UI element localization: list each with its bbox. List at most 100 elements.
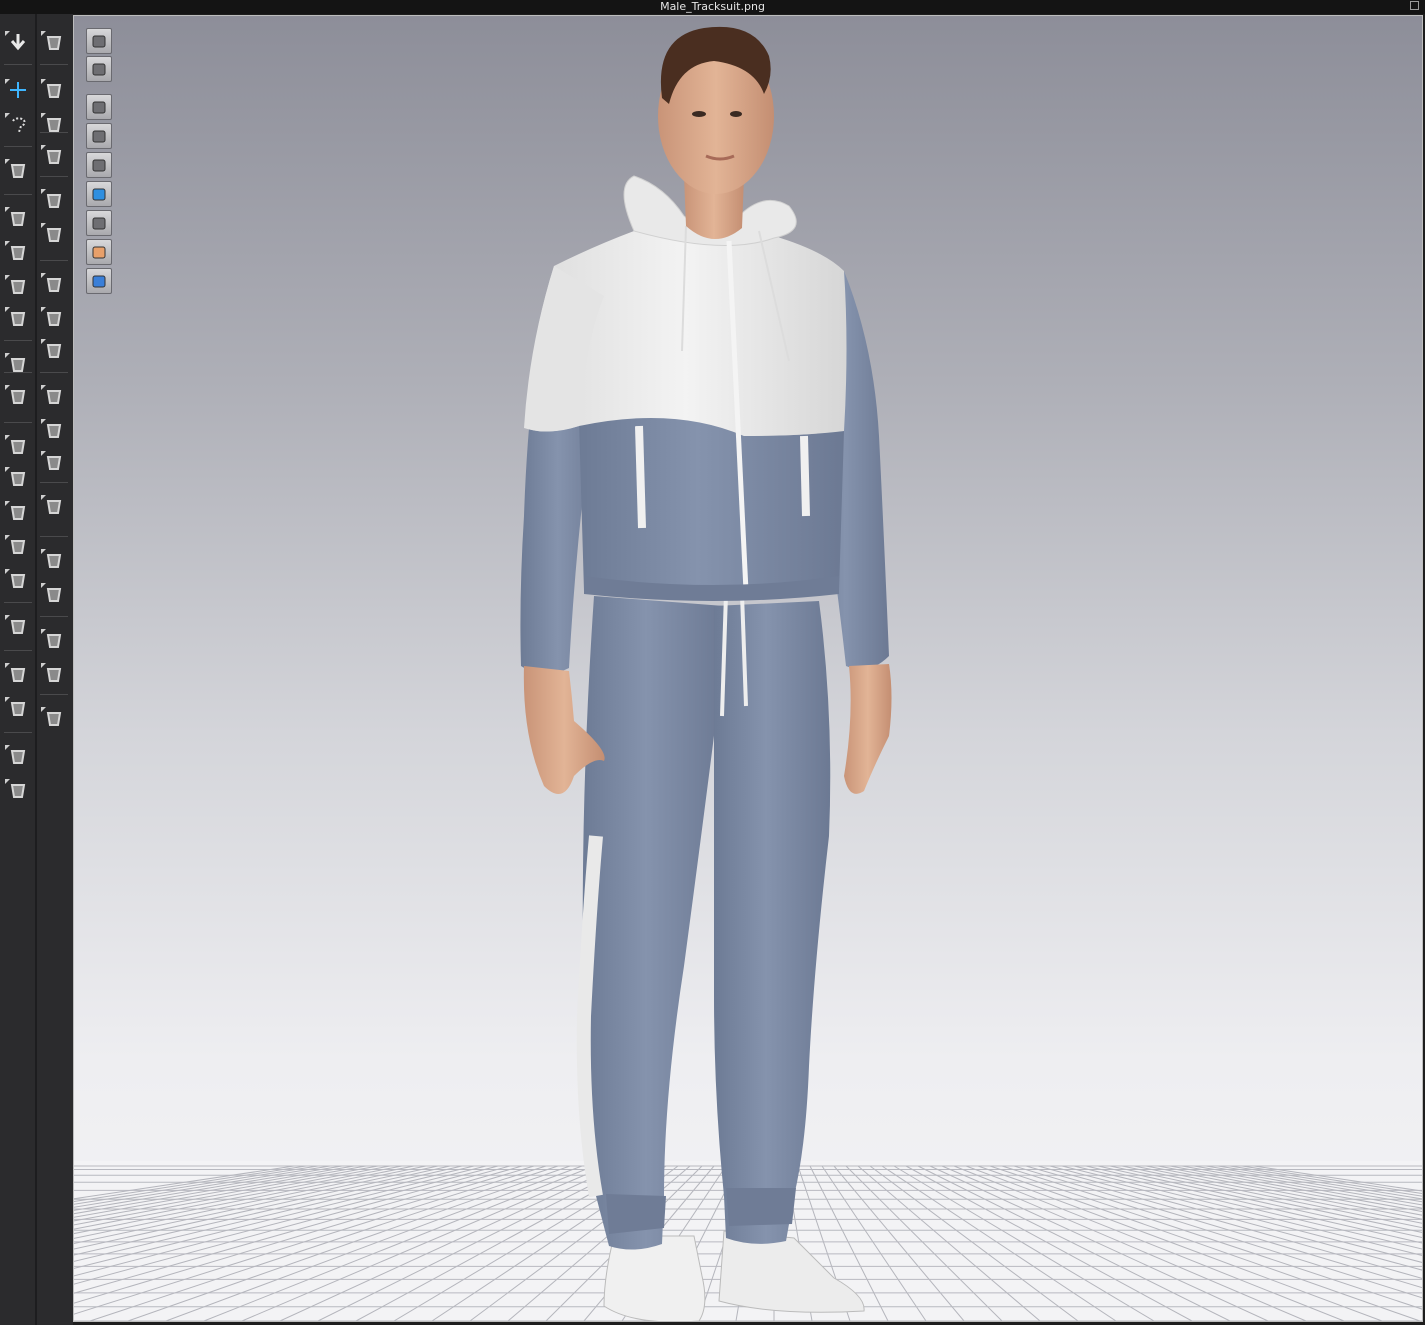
submenu-indicator-icon [41,79,46,84]
lock-button-tool-button[interactable] [39,448,69,476]
show-skin-toggle-button[interactable] [86,239,112,265]
gradient-rect-tool-button[interactable] [39,626,69,654]
tack-tool-button[interactable] [39,186,69,214]
brush-tool-button[interactable] [3,382,33,410]
button-tool-button[interactable] [39,382,69,410]
show-blue-panel-toggle-button[interactable] [86,181,112,207]
lasso-select-tool-button[interactable] [3,110,33,138]
toolbar-separator [4,602,32,603]
3d-viewport[interactable] [73,15,1423,1322]
show-blue-panel-icon [92,188,106,201]
simulation-arrow-tool-button[interactable] [3,28,33,56]
shirt-left-tool-button[interactable] [3,742,33,770]
edit-pin-icon [46,150,62,164]
tape-tool-button[interactable] [3,304,33,332]
submenu-indicator-icon [41,307,46,312]
button-icon [46,390,62,404]
show-avatar-icon [92,159,106,172]
walk-pose-tool-button[interactable] [39,28,69,56]
cylinder-tool-button[interactable] [39,580,69,608]
left-shoe [603,1235,706,1321]
submenu-indicator-icon [5,113,10,118]
edit-points-icon [10,246,26,260]
shirt-right-tool-button[interactable] [3,776,33,804]
rotate-pattern-tool-button[interactable] [3,204,33,232]
zipper-tool-button[interactable] [39,492,69,520]
rectangle-fill-icon [46,554,62,568]
submenu-indicator-icon [41,663,46,668]
toolbar-separator [4,650,32,651]
cylinder-icon [46,588,62,602]
rectangle-fill-tool-button[interactable] [39,546,69,574]
show-skin-icon [92,246,106,259]
simulation-arrow-icon [10,34,26,51]
toolbar-separator [40,616,68,617]
submenu-indicator-icon [5,745,10,750]
edit-points-tool-button[interactable] [3,238,33,266]
pin-tool-tool-button[interactable] [39,76,69,104]
fold-tool-button[interactable] [3,272,33,300]
show-brush-toggle-button[interactable] [86,123,112,149]
brush-icon [10,390,26,404]
avatar-measure-icon [10,574,26,588]
fold-icon [10,280,26,294]
avatar-measure-tool-button[interactable] [3,566,33,594]
button-hole-tool-button[interactable] [39,416,69,444]
measure-garment-tool-button[interactable] [39,270,69,298]
graphic-tool-tool-button[interactable] [3,612,33,640]
shirt-fit-tool-button[interactable] [39,304,69,332]
square-fill-tool-button[interactable] [39,660,69,688]
needle-pin-tool-button[interactable] [3,350,33,378]
gradient-rect-icon [46,634,62,648]
avatar-tracksuit[interactable] [74,16,1423,1322]
garment-tool-button[interactable] [3,156,33,184]
submenu-indicator-icon [5,31,10,36]
tack-edit-icon [46,228,62,242]
submenu-indicator-icon [5,779,10,784]
submenu-indicator-icon [5,697,10,702]
popout-icon[interactable] [1410,1,1419,10]
submenu-indicator-icon [41,273,46,278]
submenu-indicator-icon [5,501,10,506]
right-hand [844,664,892,794]
ruler-straight-tool-button[interactable] [3,694,33,722]
show-globe-toggle-button[interactable] [86,268,112,294]
body-strap-tool-button[interactable] [3,532,33,560]
pin-tool-icon [46,84,62,98]
fabric-layer-icon [10,472,26,486]
right-eye [730,111,742,117]
shirt-arrange-icon [10,506,26,520]
tack-edit-tool-button[interactable] [39,220,69,248]
edit-pin-tool-button[interactable] [39,142,69,170]
fabric-layer-tool-button[interactable] [3,464,33,492]
submenu-indicator-icon [5,467,10,472]
view-shirt-icon [92,63,106,76]
ruler-curve-tool-button[interactable] [3,660,33,688]
tool-palette [0,14,73,1325]
show-avatar-toggle-button[interactable] [86,152,112,178]
show-layer-toggle-button[interactable] [86,210,112,236]
submenu-indicator-icon [41,629,46,634]
transform-move-tool-button[interactable] [3,76,33,104]
submenu-indicator-icon [41,113,46,118]
submenu-indicator-icon [5,535,10,540]
toolbar-separator [40,260,68,261]
submenu-indicator-icon [5,435,10,440]
shirt-arrange-tool-button[interactable] [3,498,33,526]
body-strap-icon [10,540,26,554]
button-hole-icon [46,424,62,438]
align-arrows-tool-button[interactable] [39,704,69,732]
edit-texture-tool-button[interactable] [3,432,33,460]
show-brush-icon [92,130,106,143]
view-fabric-icon [92,35,106,48]
align-arrows-icon [46,712,62,726]
view-shirt-toggle-button[interactable] [86,56,112,82]
left-eye [692,111,706,117]
submenu-indicator-icon [5,569,10,574]
show-garment-toggle-button[interactable] [86,94,112,120]
checker-shirt-tool-button[interactable] [39,336,69,364]
ruler-straight-icon [10,702,26,716]
submenu-indicator-icon [41,495,46,500]
view-fabric-toggle-button[interactable] [86,28,112,54]
pin-brush-tool-button[interactable] [39,110,69,138]
